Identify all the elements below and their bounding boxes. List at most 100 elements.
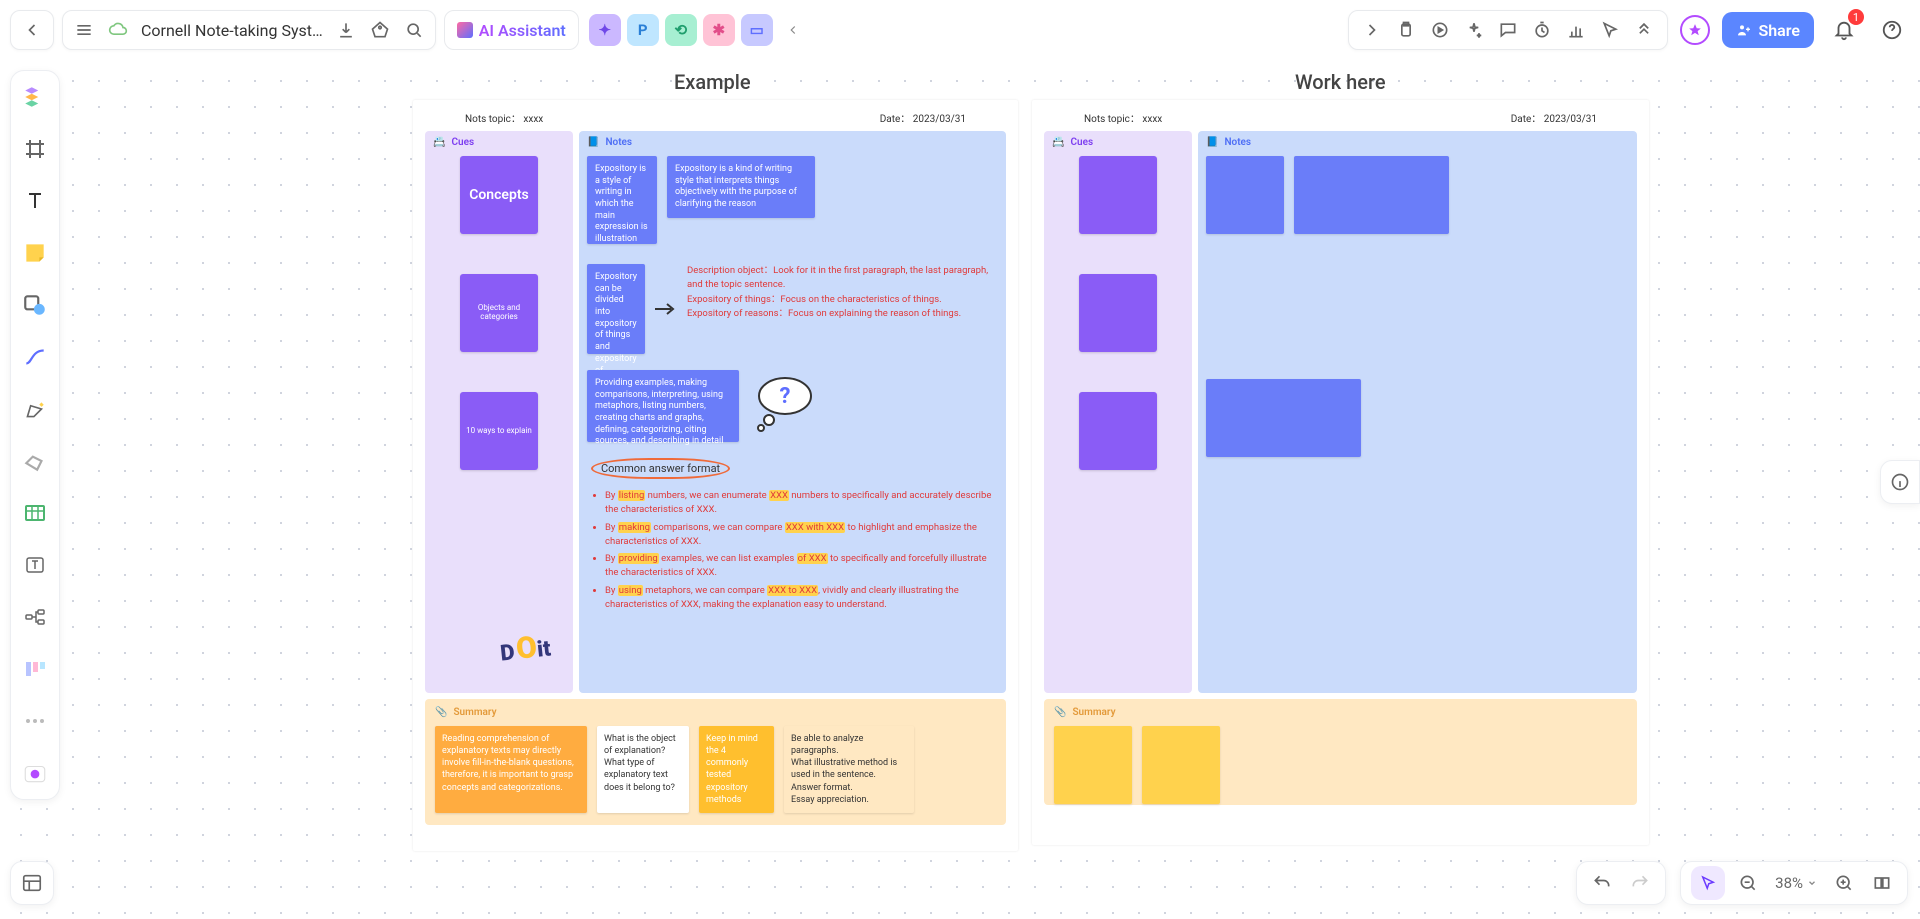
cloud-sync-icon[interactable]: [101, 13, 135, 47]
frame-work-here[interactable]: Nots topic： xxxx Date： 2023/03/31 📇Cues …: [1032, 100, 1649, 845]
eraser-tool[interactable]: [19, 445, 51, 477]
bullet-2[interactable]: By making comparisons, we can compare XX…: [605, 521, 998, 550]
summary-label: Summary: [1072, 707, 1115, 718]
share-person-icon: [1736, 22, 1752, 38]
mindmap-tool[interactable]: [19, 601, 51, 633]
answer-bullets: By listing numbers, we can enumerate XXX…: [605, 489, 998, 612]
avatar-1[interactable]: ✦: [589, 14, 621, 46]
summary-card-4[interactable]: Be able to analyze paragraphs. What illu…: [784, 726, 914, 813]
notes-column: 📘Notes Expository is a style of writing …: [579, 131, 1006, 693]
app-badge[interactable]: [1680, 15, 1710, 45]
text-tool[interactable]: [19, 185, 51, 217]
red-notes-2b[interactable]: Description object：Look for it in the fi…: [687, 264, 998, 321]
collaborator-avatars: ✦ P ⟲ ✱ ▭: [589, 13, 807, 47]
back-button[interactable]: [15, 13, 49, 47]
templates-tool[interactable]: [19, 81, 51, 113]
frame-example[interactable]: Nots topic： xxxx Date： 2023/03/31 📇Cues …: [413, 100, 1018, 851]
tag-button[interactable]: [363, 13, 397, 47]
play-icon[interactable]: [1423, 13, 1457, 47]
note-blank-1a[interactable]: [1206, 156, 1284, 234]
note-sticky-3a[interactable]: Providing examples, making comparisons, …: [587, 370, 739, 442]
topbar-right: Share 1: [1348, 10, 1910, 50]
summary-blank-1[interactable]: [1054, 726, 1132, 804]
frame-title-work[interactable]: Work here: [1295, 70, 1386, 94]
kanban-tool[interactable]: [19, 653, 51, 685]
notifications-button[interactable]: 1: [1826, 12, 1862, 48]
board-title[interactable]: Cornell Note-taking Syst…: [135, 21, 329, 40]
notes-label: Notes: [605, 137, 632, 148]
expand-icon[interactable]: [1627, 13, 1661, 47]
help-button[interactable]: [1874, 12, 1910, 48]
cues-icon: 📇: [1052, 137, 1064, 148]
note-sticky-2a[interactable]: Expository can be divided into expositor…: [587, 264, 645, 354]
menu-button[interactable]: [67, 13, 101, 47]
cue-sticky-3[interactable]: 10 ways to explain: [460, 392, 538, 470]
note-sticky-1a[interactable]: Expository is a style of writing in whic…: [587, 156, 657, 244]
common-answer-format[interactable]: Common answer format: [591, 458, 730, 479]
svg-text:?: ?: [780, 384, 791, 409]
textbox-tool[interactable]: [19, 549, 51, 581]
presentation-tools: [1348, 10, 1668, 50]
tool-sidebar: [10, 70, 60, 800]
avatar-4[interactable]: ✱: [703, 14, 735, 46]
bullet-3[interactable]: By providing examples, we can list examp…: [605, 552, 998, 581]
fit-screen-button[interactable]: [1867, 868, 1897, 898]
avatar-3[interactable]: ⟲: [665, 14, 697, 46]
avatar-5[interactable]: ▭: [741, 14, 773, 46]
select-mode-button[interactable]: [1691, 866, 1725, 900]
avatar-2[interactable]: P: [627, 14, 659, 46]
do-it-sticker[interactable]: DO it: [498, 628, 552, 668]
redo-button[interactable]: [1625, 868, 1655, 898]
sticky-note-tool[interactable]: [19, 237, 51, 269]
meta-row: Nots topic： xxxx Date： 2023/03/31: [1032, 100, 1649, 131]
summary-section: 📎Summary Reading comprehension of explan…: [425, 699, 1006, 825]
comment-icon[interactable]: [1491, 13, 1525, 47]
more-tools[interactable]: [19, 705, 51, 737]
cursor-icon[interactable]: [1593, 13, 1627, 47]
frame-title-example[interactable]: Example: [674, 70, 751, 94]
summary-card-1[interactable]: Reading comprehension of explanatory tex…: [435, 726, 587, 813]
note-blank-1b[interactable]: [1294, 156, 1449, 234]
chart-icon[interactable]: [1559, 13, 1593, 47]
ai-assistant-button[interactable]: AI Assistant: [444, 10, 579, 50]
widget-tool[interactable]: [19, 757, 51, 789]
cue-sticky-2[interactable]: Objects and categories: [460, 274, 538, 352]
info-panel-button[interactable]: [1880, 460, 1920, 504]
summary-card-3[interactable]: Keep in mind the 4 commonly tested expos…: [699, 726, 774, 813]
share-label: Share: [1758, 21, 1800, 40]
share-button[interactable]: Share: [1722, 12, 1814, 48]
sparkle-icon[interactable]: [1457, 13, 1491, 47]
frame-tool[interactable]: [19, 133, 51, 165]
summary-icon: 📎: [1054, 707, 1066, 718]
timer-icon[interactable]: [1525, 13, 1559, 47]
search-button[interactable]: [397, 13, 431, 47]
chevron-right-icon[interactable]: [1355, 13, 1389, 47]
cue-sticky-1[interactable]: Concepts: [460, 156, 538, 234]
table-tool[interactable]: [19, 497, 51, 529]
bullet-1[interactable]: By listing numbers, we can enumerate XXX…: [605, 489, 998, 518]
pen-tool[interactable]: [19, 393, 51, 425]
cues-icon: 📇: [433, 137, 445, 148]
download-button[interactable]: [329, 13, 363, 47]
summary-icon: 📎: [435, 707, 447, 718]
bullet-4[interactable]: By using metaphors, we can compare XXX t…: [605, 584, 998, 613]
note-sticky-1b[interactable]: Expository is a kind of writing style th…: [667, 156, 815, 218]
cues-label: Cues: [451, 137, 474, 148]
cue-sticky-blank-1[interactable]: [1079, 156, 1157, 234]
cue-sticky-blank-3[interactable]: [1079, 392, 1157, 470]
clipboard-icon[interactable]: [1389, 13, 1423, 47]
layers-panel-button[interactable]: [10, 861, 54, 905]
summary-card-2[interactable]: What is the object of explanation? What …: [597, 726, 689, 813]
summary-blank-2[interactable]: [1142, 726, 1220, 804]
notes-column: 📘Notes: [1198, 131, 1637, 693]
zoom-in-button[interactable]: [1829, 868, 1859, 898]
undo-button[interactable]: [1587, 868, 1617, 898]
connector-tool[interactable]: [19, 341, 51, 373]
zoom-level[interactable]: 38%: [1771, 874, 1821, 892]
cue-sticky-blank-2[interactable]: [1079, 274, 1157, 352]
note-blank-3a[interactable]: [1206, 379, 1361, 457]
avatar-collapse-button[interactable]: [779, 13, 807, 47]
arrow-icon: [655, 298, 677, 320]
shape-tool[interactable]: [19, 289, 51, 321]
zoom-out-button[interactable]: [1733, 868, 1763, 898]
